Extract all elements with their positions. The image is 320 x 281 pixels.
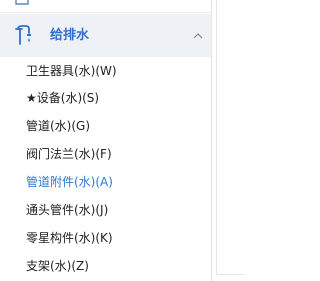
sidebar-item-label: 支架(水)(Z) — [26, 259, 89, 273]
chevron-up-icon[interactable] — [193, 32, 203, 39]
sidebar-item-valves-flanges[interactable]: 阀门法兰(水)(F) — [0, 140, 211, 168]
sidebar-item-pipe-accessories[interactable]: 管道附件(水)(A) — [0, 168, 211, 196]
sidebar-item-equipment[interactable]: ★设备(水)(S) — [0, 84, 211, 112]
sidebar-item-label: 阀门法兰(水)(F) — [26, 147, 112, 161]
app-root: 给排水 卫生器具(水)(W) ★设备(水)(S) 管道(水)(G) 阀门法兰(水… — [0, 0, 244, 281]
section-header-water-supply-drainage[interactable]: 给排水 — [0, 14, 211, 57]
sidebar-item-fittings[interactable]: 通头管件(水)(J) — [0, 196, 211, 224]
content-border-bottom — [216, 274, 244, 275]
sidebar-item-supports[interactable]: 支架(水)(Z) — [0, 252, 211, 280]
content-area-edge — [212, 0, 244, 281]
sidebar-item-sanitary-fixtures[interactable]: 卫生器具(水)(W) — [0, 57, 211, 85]
sidebar-item-label: ★设备(水)(S) — [26, 91, 100, 105]
sidebar-item-label: 零星构件(水)(K) — [26, 231, 113, 245]
content-border — [216, 0, 217, 275]
previous-section-icon — [15, 0, 29, 5]
sidebar-item-label: 卫生器具(水)(W) — [26, 64, 117, 78]
sidebar-item-label: 通头管件(水)(J) — [26, 203, 109, 217]
sidebar-item-label: 管道(水)(G) — [26, 119, 91, 133]
sidebar-item-misc-components[interactable]: 零星构件(水)(K) — [0, 224, 211, 252]
sidebar-item-label: 管道附件(水)(A) — [26, 175, 113, 189]
sidebar-item-pipes[interactable]: 管道(水)(G) — [0, 112, 211, 140]
section-title: 给排水 — [50, 28, 90, 43]
previous-section-stub[interactable] — [0, 0, 211, 13]
sidebar-panel: 给排水 卫生器具(水)(W) ★设备(水)(S) 管道(水)(G) 阀门法兰(水… — [0, 0, 212, 281]
faucet-icon — [15, 25, 31, 45]
